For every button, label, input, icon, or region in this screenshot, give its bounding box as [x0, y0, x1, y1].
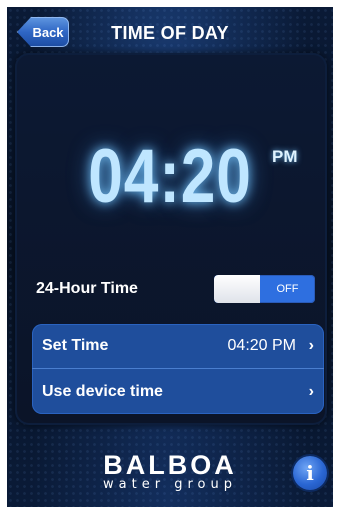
set-time-value: 04:20 PM — [227, 337, 296, 354]
page-title: TIME OF DAY — [111, 23, 229, 43]
24-hour-time-toggle[interactable]: OFF — [214, 275, 315, 303]
info-icon: i — [306, 461, 314, 485]
chevron-right-icon: › — [308, 337, 314, 354]
toggle-state-label: OFF — [276, 283, 299, 295]
list-item-set-time[interactable]: Set Time 04:20 PM › — [32, 324, 324, 369]
current-time-display: 04:20 — [88, 134, 252, 219]
use-device-time-label: Use device time — [42, 382, 163, 400]
set-time-label: Set Time — [42, 337, 109, 354]
meridiem-indicator: PM — [272, 147, 298, 166]
time-settings-list: Set Time 04:20 PM › Use device time › — [32, 324, 324, 414]
info-button[interactable]: i — [293, 456, 327, 490]
balboa-logo: BALBOA water group — [0, 450, 340, 492]
chevron-right-icon: › — [308, 382, 314, 400]
logo-subtitle: water group — [103, 477, 237, 492]
list-item-use-device-time[interactable]: Use device time › — [32, 369, 324, 414]
24-hour-time-label: 24-Hour Time — [36, 280, 138, 297]
toggle-knob — [214, 275, 260, 303]
